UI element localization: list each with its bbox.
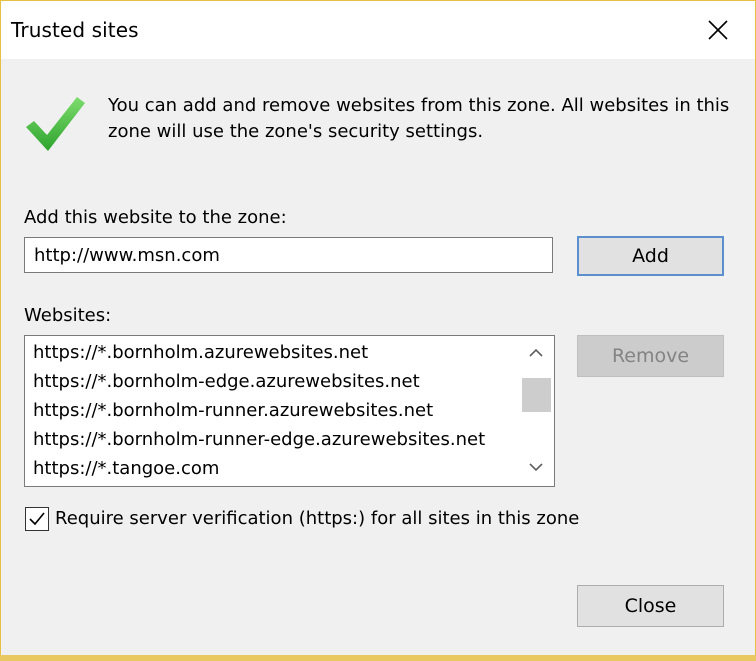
dialog-title: Trusted sites [11, 18, 139, 42]
close-window-button[interactable] [695, 7, 741, 53]
chevron-down-icon[interactable] [529, 463, 543, 472]
add-button[interactable]: Add [577, 236, 724, 276]
title-bar: Trusted sites [1, 1, 755, 59]
remove-button[interactable]: Remove [577, 335, 724, 377]
check-mark-icon [29, 512, 45, 526]
dialog-window: Trusted sites You can add and remove web… [0, 0, 756, 660]
intro-text: You can add and remove websites from thi… [108, 95, 730, 142]
require-verification-label[interactable]: Require server verification (https:) for… [55, 508, 579, 529]
add-website-label: Add this website to the zone: [24, 207, 287, 228]
website-url-input[interactable] [24, 237, 553, 273]
list-item[interactable]: https://*.bornholm-runner.azurewebsites.… [33, 400, 433, 421]
websites-label: Websites: [24, 305, 112, 326]
websites-list[interactable]: https://*.bornholm.azurewebsites.net htt… [24, 335, 555, 487]
close-icon [708, 20, 728, 40]
require-verification-checkbox[interactable] [25, 507, 49, 531]
vertical-scrollbar[interactable] [519, 336, 554, 486]
close-button[interactable]: Close [577, 585, 724, 627]
window-edge [0, 655, 756, 661]
chevron-up-icon[interactable] [529, 348, 543, 357]
list-item[interactable]: https://*.bornholm.azurewebsites.net [33, 342, 368, 363]
list-item[interactable]: https://*.bornholm-runner-edge.azurewebs… [33, 429, 485, 450]
checkmark-icon [26, 97, 85, 151]
list-item[interactable]: https://*.bornholm-edge.azurewebsites.ne… [33, 371, 420, 392]
list-item[interactable]: https://*.tangoe.com [33, 458, 219, 479]
scroll-thumb[interactable] [522, 378, 551, 412]
